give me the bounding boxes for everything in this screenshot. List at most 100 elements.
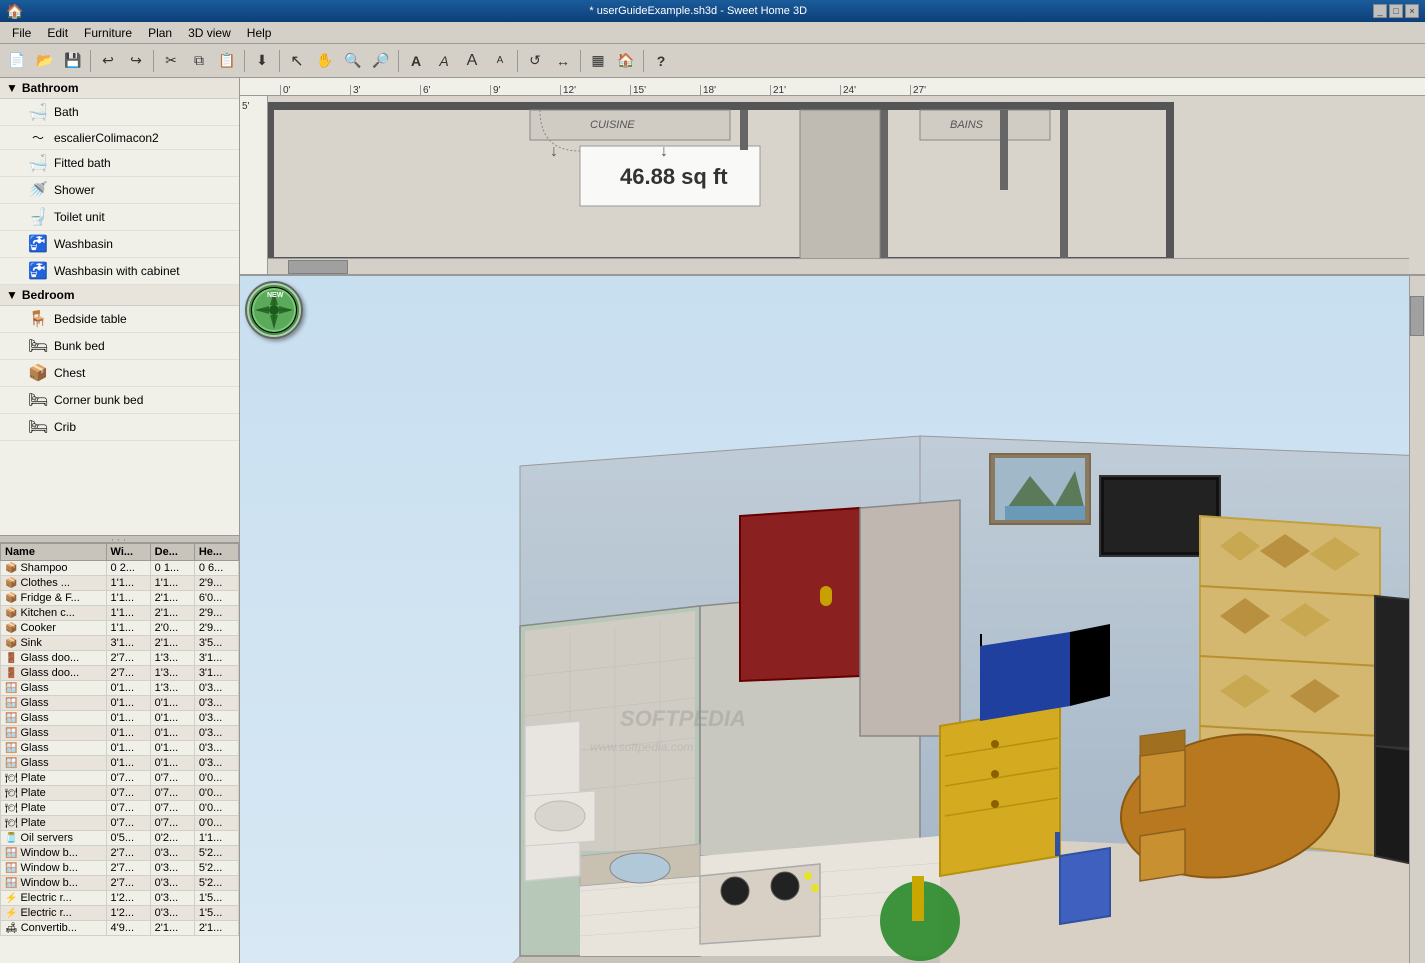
tree-item-toilet[interactable]: 🚽 Toilet unit [0, 204, 239, 231]
category-bedroom[interactable]: ▼ Bedroom [0, 285, 239, 306]
maximize-button[interactable]: □ [1389, 4, 1403, 18]
table-row[interactable]: 🪟Window b...2'7...0'3...5'2... [1, 876, 239, 891]
redo-button[interactable]: ↪ [123, 48, 149, 74]
select-tool[interactable]: ↖ [284, 48, 310, 74]
vertical-scrollbar-3d[interactable] [1409, 276, 1425, 963]
table-row[interactable]: 🍽Plate0'7...0'7...0'0... [1, 801, 239, 816]
cut-button[interactable]: ✂ [158, 48, 184, 74]
magnify-tool[interactable]: 🔍 [340, 48, 366, 74]
table-row[interactable]: 🪟Window b...2'7...0'3...5'2... [1, 846, 239, 861]
text-small-button[interactable]: A [487, 48, 513, 74]
close-button[interactable]: × [1405, 4, 1419, 18]
furniture-tree[interactable]: ▼ Bathroom 🛁 Bath 〜 escalierColimacon2 🛁… [0, 78, 239, 535]
text-italic-button[interactable]: A [431, 48, 457, 74]
3d-view-button[interactable]: 🏠 [613, 48, 639, 74]
prop-width-cell: 0'1... [106, 741, 150, 756]
zoom-out-tool[interactable]: 🔎 [368, 48, 394, 74]
tree-item-washbasin[interactable]: 🚰 Washbasin [0, 231, 239, 258]
table-row[interactable]: ⚡Electric r...1'2...0'3...1'5... [1, 891, 239, 906]
window-controls[interactable]: _ □ × [1373, 4, 1419, 18]
collapse-icon: ▼ [6, 81, 18, 95]
pan-tool[interactable]: ✋ [312, 48, 338, 74]
vscroll-thumb-3d[interactable] [1410, 296, 1424, 336]
table-row[interactable]: 🪟Glass0'1...0'1...0'3... [1, 756, 239, 771]
prop-depth-cell: 1'3... [150, 651, 194, 666]
rotate-button[interactable]: ↺ [522, 48, 548, 74]
prop-width-cell: 0'1... [106, 726, 150, 741]
prop-name-cell: 🪟Window b... [1, 846, 107, 861]
table-row[interactable]: 🪟Window b...2'7...0'3...5'2... [1, 861, 239, 876]
menu-edit[interactable]: Edit [39, 24, 76, 42]
flip-button[interactable]: ↔ [550, 48, 576, 74]
horizontal-scrollbar[interactable] [268, 258, 1409, 274]
table-row[interactable]: 🍽Plate0'7...0'7...0'0... [1, 816, 239, 831]
3d-view[interactable]: NEW [240, 276, 1425, 963]
prop-height-cell: 2'9... [194, 621, 238, 636]
table-row[interactable]: 📦Cooker1'1...2'0...2'9... [1, 621, 239, 636]
table-row[interactable]: 🚪Glass doo...2'7...1'3...3'1... [1, 666, 239, 681]
category-bathroom[interactable]: ▼ Bathroom [0, 78, 239, 99]
minimize-button[interactable]: _ [1373, 4, 1387, 18]
hscroll-thumb[interactable] [288, 260, 348, 274]
tree-item-escalier[interactable]: 〜 escalierColimacon2 [0, 126, 239, 150]
table-row[interactable]: 🪟Glass0'1...1'3...0'3... [1, 681, 239, 696]
tree-item-shower[interactable]: 🚿 Shower [0, 177, 239, 204]
table-row[interactable]: 📦Clothes ...1'1...1'1...2'9... [1, 576, 239, 591]
table-row[interactable]: 🪟Glass0'1...0'1...0'3... [1, 696, 239, 711]
menu-3dview[interactable]: 3D view [180, 24, 239, 42]
table-row[interactable]: 🚪Glass doo...2'7...1'3...3'1... [1, 651, 239, 666]
svg-text:↓: ↓ [660, 143, 668, 160]
fitted-bath-icon: 🛁 [28, 153, 48, 173]
table-row[interactable]: 🛋Convertib...4'9...2'1...2'1... [1, 921, 239, 936]
table-row[interactable]: ⚡Electric r...1'2...0'3...1'5... [1, 906, 239, 921]
toolbar-sep-7 [580, 50, 581, 72]
tree-item-bedside-table-label: Bedside table [54, 312, 127, 326]
tree-item-corner-bunk-bed[interactable]: 🛏 Corner bunk bed [0, 387, 239, 414]
copy-button[interactable]: ⧉ [186, 48, 212, 74]
menu-file[interactable]: File [4, 24, 39, 42]
tree-item-fitted-bath[interactable]: 🛁 Fitted bath [0, 150, 239, 177]
tree-item-bunk-bed[interactable]: 🛏 Bunk bed [0, 333, 239, 360]
menu-furniture[interactable]: Furniture [76, 24, 140, 42]
properties-panel[interactable]: Name Wi... De... He... 📦Shampoo0 2...0 1… [0, 543, 239, 963]
table-row[interactable]: 🪟Glass0'1...0'1...0'3... [1, 711, 239, 726]
2d-view-button[interactable]: ▦ [585, 48, 611, 74]
prop-depth-cell: 2'0... [150, 621, 194, 636]
text-bold-button[interactable]: A [403, 48, 429, 74]
new-button[interactable]: 📄 [4, 48, 30, 74]
table-row[interactable]: 🫙Oil servers0'5...0'2...1'1... [1, 831, 239, 846]
floor-plan[interactable]: CUISINE 46.88 sq ft BAINS [240, 96, 1425, 276]
table-row[interactable]: 🍽Plate0'7...0'7...0'0... [1, 786, 239, 801]
save-button[interactable]: 💾 [60, 48, 86, 74]
prop-height-cell: 3'5... [194, 636, 238, 651]
tree-item-crib[interactable]: 🛏 Crib [0, 414, 239, 441]
table-row[interactable]: 🪟Glass0'1...0'1...0'3... [1, 726, 239, 741]
table-row[interactable]: 🪟Glass0'1...0'1...0'3... [1, 741, 239, 756]
prop-name-cell: 🚪Glass doo... [1, 651, 107, 666]
table-row[interactable]: 📦Shampoo0 2...0 1...0 6... [1, 561, 239, 576]
menu-help[interactable]: Help [239, 24, 280, 42]
table-row[interactable]: 📦Kitchen c...1'1...2'1...2'9... [1, 606, 239, 621]
prop-depth-cell: 2'1... [150, 606, 194, 621]
tree-item-bedside-table[interactable]: 🪑 Bedside table [0, 306, 239, 333]
menu-plan[interactable]: Plan [140, 24, 180, 42]
table-row[interactable]: 🍽Plate0'7...0'7...0'0... [1, 771, 239, 786]
prop-name-cell: 🚪Glass doo... [1, 666, 107, 681]
import-button[interactable]: ⬇ [249, 48, 275, 74]
text-large-button[interactable]: A [459, 48, 485, 74]
navigation-compass[interactable]: NEW [245, 281, 303, 339]
help-button[interactable]: ? [648, 48, 674, 74]
prop-name-cell: 🫙Oil servers [1, 831, 107, 846]
prop-width-cell: 1'1... [106, 621, 150, 636]
table-row[interactable]: 📦Fridge & F...1'1...2'1...6'0... [1, 591, 239, 606]
paste-button[interactable]: 📋 [214, 48, 240, 74]
undo-button[interactable]: ↩ [95, 48, 121, 74]
tree-item-chest[interactable]: 📦 Chest [0, 360, 239, 387]
tree-item-bath[interactable]: 🛁 Bath [0, 99, 239, 126]
ruler-left: 5' [240, 96, 268, 274]
table-row[interactable]: 📦Sink3'1...2'1...3'5... [1, 636, 239, 651]
open-button[interactable]: 📂 [32, 48, 58, 74]
toolbar-sep-8 [643, 50, 644, 72]
panel-resize-handle[interactable]: ··· [0, 535, 239, 543]
tree-item-washbasin-cabinet[interactable]: 🚰 Washbasin with cabinet [0, 258, 239, 285]
